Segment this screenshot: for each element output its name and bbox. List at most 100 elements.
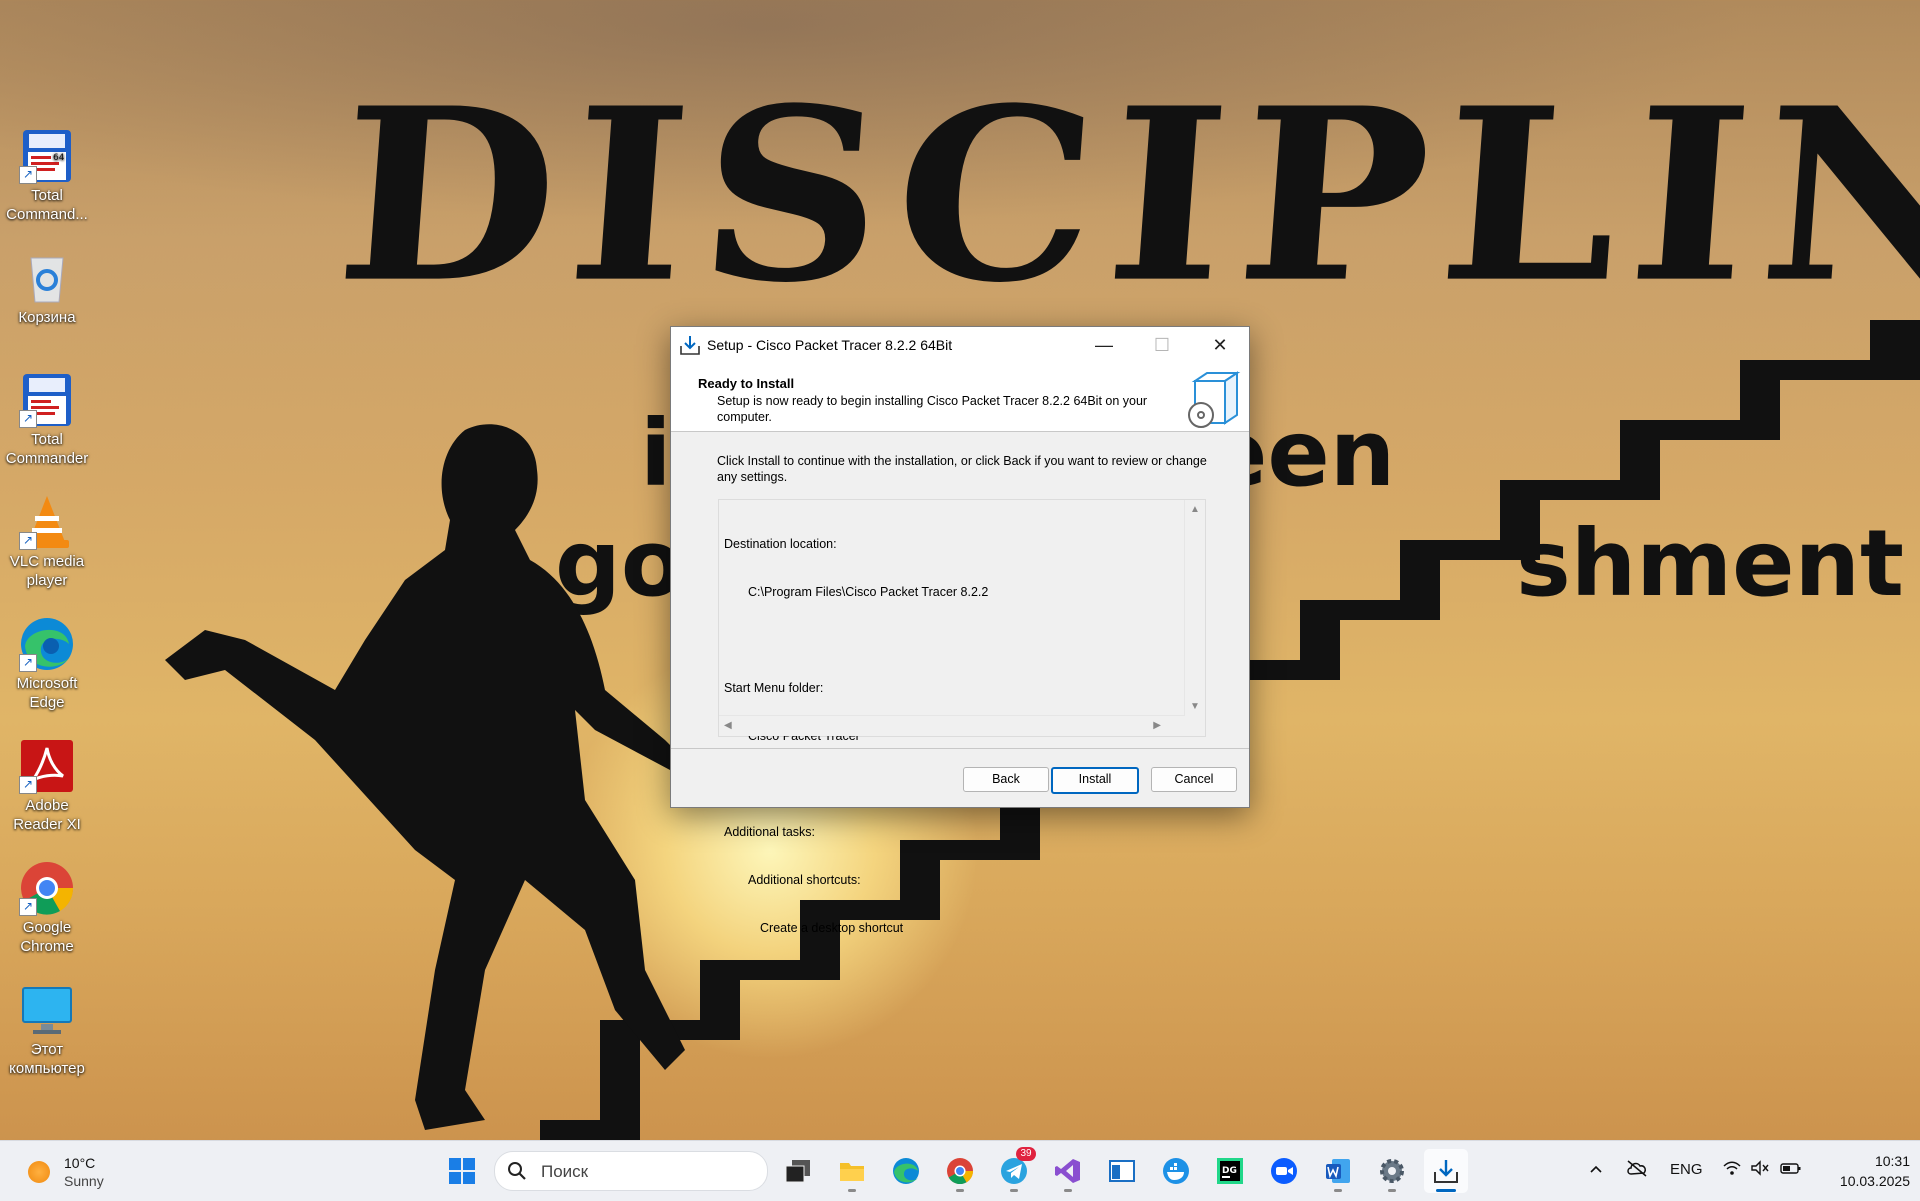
vlc-icon: ↗ [19, 494, 75, 550]
word-icon [1324, 1157, 1352, 1185]
cancel-button[interactable]: Cancel [1151, 767, 1237, 792]
edge-icon [892, 1157, 920, 1185]
gear-icon [1378, 1157, 1406, 1185]
adobe-reader-icon: ↗ [19, 738, 75, 794]
desktop-icon-total-commander-2[interactable]: ↗ Total Commander [0, 372, 94, 468]
desktop-icon-label: Google Chrome [20, 919, 74, 955]
desktop-icon-label: Microsoft Edge [16, 675, 78, 711]
taskbar-app-docker[interactable] [1154, 1149, 1198, 1193]
taskbar-app-datagrip[interactable]: DG [1208, 1149, 1252, 1193]
svg-text:DG: DG [1222, 1166, 1237, 1176]
desktop-icon-chrome[interactable]: ↗ Google Chrome [0, 860, 94, 956]
taskbar-app-zoom[interactable] [1262, 1149, 1306, 1193]
taskbar-app-task-view[interactable] [776, 1149, 820, 1193]
weather-condition: Sunny [64, 1173, 104, 1189]
minimize-button[interactable]: — [1075, 327, 1133, 363]
destination-label: Destination location: [724, 537, 837, 551]
speaker-muted-icon[interactable] [1750, 1159, 1770, 1181]
windows-icon [448, 1157, 476, 1185]
dialog-title-bar[interactable]: Setup - Cisco Packet Tracer 8.2.2 64Bit … [671, 327, 1249, 363]
taskbar-app-word[interactable] [1316, 1149, 1360, 1193]
chevron-up-icon[interactable] [1588, 1161, 1604, 1181]
weather-temperature: 10°C [64, 1155, 96, 1171]
desktop-icon-recycle-bin[interactable]: Корзина [0, 250, 94, 327]
taskbar-app-telegram[interactable]: 39 [992, 1147, 1036, 1193]
desktop-icon-label: Adobe Reader XI [13, 797, 81, 833]
battery-icon[interactable] [1780, 1159, 1802, 1181]
vertical-scrollbar[interactable]: ▲ ▼ [1184, 500, 1205, 716]
desktop-icon-this-pc[interactable]: Этот компьютер [0, 982, 94, 1078]
back-button[interactable]: Back [963, 767, 1049, 792]
system-clock[interactable]: 10:31 10.03.2025 [1810, 1151, 1910, 1191]
chrome-icon [946, 1157, 974, 1185]
edge-icon: ↗ [19, 616, 75, 672]
install-box-icon [1181, 365, 1245, 429]
recycle-bin-icon [19, 250, 75, 306]
wifi-icon[interactable] [1722, 1159, 1742, 1181]
taskbar-app-visual-studio[interactable] [1046, 1149, 1090, 1193]
total-commander-icon: ↗ [19, 372, 75, 428]
desktop-icon-vlc[interactable]: ↗ VLC media player [0, 494, 94, 590]
desktop-icon-label: Total Commander [5, 431, 89, 467]
button-separator [671, 748, 1249, 749]
desktop-icon-edge[interactable]: ↗ Microsoft Edge [0, 616, 94, 712]
page-description: Setup is now ready to begin installing C… [717, 394, 1148, 424]
horizontal-scrollbar[interactable]: ◀ ▶ [719, 715, 1185, 736]
task-view-icon [784, 1157, 812, 1185]
start-menu-label: Start Menu folder: [724, 681, 824, 695]
taskbar: 10°C Sunny Поиск 39 DG ENG 10:31 10.03.2… [0, 1140, 1920, 1201]
installer-icon [1432, 1157, 1460, 1185]
window-icon [1108, 1157, 1136, 1185]
taskbar-app-window[interactable] [1100, 1149, 1144, 1193]
close-button[interactable]: ✕ [1191, 327, 1249, 363]
page-title: Ready to Install [698, 376, 795, 391]
visual-studio-icon [1054, 1157, 1082, 1185]
folder-icon [838, 1157, 866, 1185]
scroll-right-icon[interactable]: ▶ [1153, 720, 1161, 731]
setup-dialog: Setup - Cisco Packet Tracer 8.2.2 64Bit … [670, 326, 1250, 935]
taskbar-search[interactable] [494, 1151, 768, 1191]
desktop-icon-label: Корзина [18, 309, 76, 326]
destination-value: C:\Program Files\Cisco Packet Tracer 8.2… [748, 585, 989, 599]
taskbar-app-edge[interactable] [884, 1149, 928, 1193]
telegram-icon [1000, 1157, 1028, 1185]
scroll-left-icon[interactable]: ◀ [724, 720, 732, 731]
maximize-button[interactable]: ☐ [1133, 327, 1191, 363]
wallpaper-headline: DISCIPLINE [329, 55, 1920, 335]
taskbar-app-file-explorer[interactable] [830, 1149, 874, 1193]
desktop-icon-total-commander-1[interactable]: 64 ↗ Total Command... [0, 128, 94, 224]
search-input[interactable] [539, 1160, 743, 1184]
cloud-offline-icon[interactable] [1626, 1159, 1648, 1181]
desktop-icon-label: VLC media player [9, 553, 85, 589]
svg-text:64: 64 [53, 153, 65, 163]
additional-tasks-label: Additional tasks: [724, 825, 816, 839]
language-indicator[interactable]: ENG [1670, 1161, 1703, 1178]
desktop-icon-label: Total Command... [6, 187, 88, 223]
desktop-shortcut-task: Create a desktop shortcut [760, 921, 904, 935]
zoom-icon [1270, 1157, 1298, 1185]
taskbar-app-settings[interactable] [1370, 1149, 1414, 1193]
dialog-title: Setup - Cisco Packet Tracer 8.2.2 64Bit [707, 337, 953, 353]
chrome-icon: ↗ [19, 860, 75, 916]
this-pc-icon [19, 982, 75, 1038]
wizard-header: Ready to Install Setup is now ready to b… [671, 363, 1249, 432]
additional-shortcuts-label: Additional shortcuts: [748, 873, 861, 887]
docker-icon [1162, 1157, 1190, 1185]
total-commander-icon: 64 ↗ [19, 128, 75, 184]
scroll-down-icon[interactable]: ▼ [1190, 701, 1200, 712]
sun-icon [28, 1161, 50, 1183]
notification-badge: 39 [1016, 1147, 1036, 1161]
search-icon [507, 1161, 527, 1181]
installer-icon [679, 334, 701, 356]
start-button[interactable] [440, 1149, 484, 1193]
weather-widget[interactable]: 10°C Sunny [24, 1153, 134, 1191]
taskbar-app-setup-installer[interactable] [1424, 1149, 1468, 1193]
scroll-up-icon[interactable]: ▲ [1190, 504, 1200, 515]
clock-time: 10:31 [1874, 1153, 1910, 1169]
clock-date: 10.03.2025 [1839, 1173, 1910, 1189]
datagrip-icon: DG [1216, 1157, 1244, 1185]
install-button[interactable]: Install [1051, 767, 1139, 794]
summary-memo[interactable]: Destination location: C:\Program Files\C… [718, 499, 1206, 935]
desktop-icon-adobe-reader[interactable]: ↗ Adobe Reader XI [0, 738, 94, 834]
taskbar-app-chrome[interactable] [938, 1149, 982, 1193]
